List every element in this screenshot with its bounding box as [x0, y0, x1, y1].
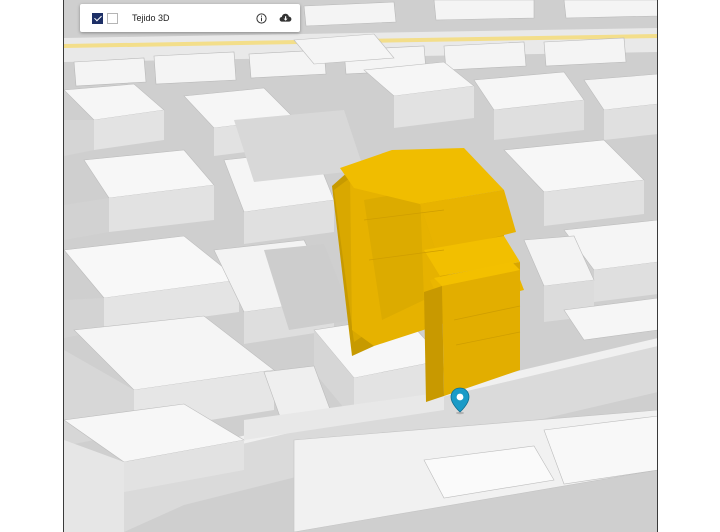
map-viewport[interactable]: [64, 0, 658, 532]
map-3d-scene[interactable]: [64, 0, 658, 532]
layer-visibility-checkbox[interactable]: [92, 12, 103, 24]
cloud-download-icon[interactable]: [278, 11, 292, 25]
frame-right-border: [657, 0, 658, 532]
layer-color-swatch[interactable]: [107, 12, 118, 24]
info-icon[interactable]: [254, 11, 268, 25]
layer-name: Tejido 3D: [132, 13, 170, 23]
layer-control-panel: Tejido 3D: [80, 4, 300, 32]
frame-left-border: [63, 0, 64, 532]
